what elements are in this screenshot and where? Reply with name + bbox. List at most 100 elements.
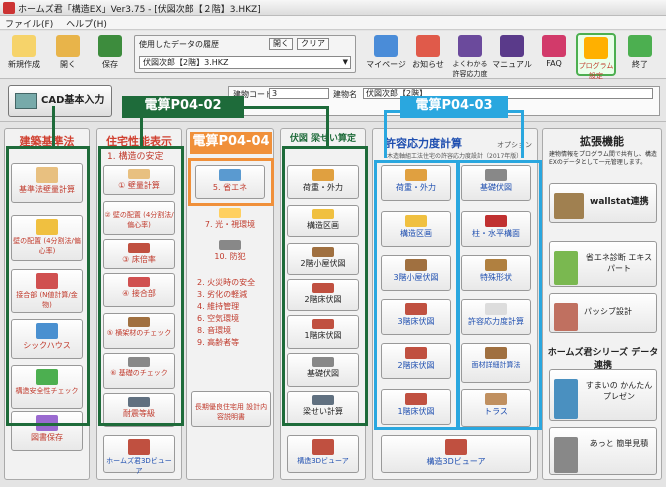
window-title: ホームズ君「構造EX」Ver3.75 - [伏図次郎【２階】3.HKZ] [18, 5, 261, 15]
item-label: 長期優良住宅用 設計内容説明書 [194, 403, 268, 421]
guide-button[interactable]: よくわかる 許容応力度 [450, 33, 490, 78]
frame-p04-03-left [374, 160, 460, 430]
manual-icon [500, 35, 524, 57]
frame-p04-02-right [282, 146, 368, 426]
item-label: あっと 簡単見積 [589, 439, 649, 448]
col6-heading: 拡張機能 [580, 135, 624, 148]
frame-p04-02-mid [98, 146, 184, 426]
new-button[interactable]: 新規作成 [4, 33, 44, 76]
app-icon [3, 2, 15, 14]
cad-icon [15, 93, 37, 109]
list-item[interactable]: 6. 空気環境 [197, 313, 255, 325]
item-label: 省エネ診断 エキスパート [585, 253, 653, 273]
history-label: 使用したデータの履歴 [139, 40, 219, 49]
guide-label: よくわかる 許容応力度 [452, 60, 488, 78]
item-label: 7. 光・視環境 [204, 220, 256, 229]
new-label: 新規作成 [8, 60, 40, 69]
news-icon [416, 35, 440, 57]
cad-label: CAD基本入力 [41, 95, 105, 106]
mypage-button[interactable]: マイページ [366, 33, 406, 76]
list-item[interactable]: 4. 維持管理 [197, 301, 255, 313]
frame-p04-03-right [456, 160, 542, 430]
connector [244, 106, 328, 109]
program-settings-button[interactable]: プログラム 設定 [576, 33, 616, 80]
ato-box-icon [554, 437, 578, 473]
faq-label: FAQ [546, 59, 562, 68]
save-label: 保存 [102, 60, 118, 69]
connector [326, 106, 329, 146]
item-a-3d[interactable]: 構造3Dビューア [381, 435, 531, 473]
cad-input-button[interactable]: CAD基本入力 [8, 85, 112, 117]
manual-button[interactable]: マニュアル [492, 33, 532, 76]
item-long-life[interactable]: 長期優良住宅用 設計内容説明書 [191, 391, 271, 427]
faq-button[interactable]: FAQ [534, 33, 574, 76]
item-3d-viewer[interactable]: ホームズ君3Dビューア [103, 435, 175, 475]
other-list: 2. 火災時の安全 3. 劣化の軽減 4. 維持管理 6. 空気環境 8. 音環… [197, 277, 255, 349]
item-label: 10. 防犯 [214, 252, 246, 261]
item-crime[interactable]: 10. 防犯 [195, 237, 265, 267]
lock-icon [219, 240, 241, 250]
col4-heading: 伏図 梁せい算定 [289, 134, 357, 144]
eco-box-icon [554, 251, 578, 285]
item-ato[interactable]: あっと 簡単見積 [549, 427, 657, 475]
save-icon [98, 35, 122, 57]
item-label: 図書保存 [31, 433, 63, 442]
history-open-button[interactable]: 開く [269, 38, 293, 50]
list-item[interactable]: 2. 火災時の安全 [197, 277, 255, 289]
item-sumai[interactable]: すまいの かんたん プレゼン [549, 369, 657, 421]
tag-p04-03: 電算P04-03 [400, 96, 508, 118]
col6-desc: 建物情報をプログラム間で共有し、構造EXのデータとして一元管理します。 [549, 151, 657, 166]
item-label: すまいの かんたん プレゼン [585, 381, 653, 401]
menu-file[interactable]: ファイル(F) [0, 16, 58, 31]
history-clear-button[interactable]: クリア [297, 38, 329, 50]
book-icon [458, 35, 482, 57]
history-panel: 使用したデータの履歴 開く クリア 伏図次郎【2階】3.HKZ ▼ [134, 35, 356, 73]
menu-bar: ファイル(F) ヘルプ(H) [0, 16, 666, 30]
sumai-box-icon [554, 379, 578, 419]
toolbar: 新規作成 開く 保存 使用したデータの履歴 開く クリア 伏図次郎【2階】3.H… [0, 31, 666, 80]
chevron-down-icon[interactable]: ▼ [343, 57, 348, 68]
mypage-label: マイページ [366, 60, 406, 69]
3d-house-icon [445, 439, 467, 455]
item-struct-3d[interactable]: 構造3Dビューア [287, 435, 359, 473]
exit-label: 終了 [632, 60, 648, 69]
3d-house-icon [312, 439, 334, 455]
code-field[interactable]: 3 [269, 88, 329, 99]
program-label: プログラム 設定 [578, 62, 614, 80]
wallstat-icon [554, 193, 584, 219]
col-extensions: 拡張機能 建物情報をプログラム間で共有し、構造EXのデータとして一元管理します。… [542, 128, 662, 480]
name-label: 建物名 [333, 90, 357, 99]
item-passive[interactable]: パッシブ設計 [549, 293, 657, 333]
save-button[interactable]: 保存 [90, 33, 130, 76]
history-value: 伏図次郎【2階】3.HKZ [143, 58, 229, 67]
new-file-icon [12, 35, 36, 57]
tag-p04-02: 電算P04-02 [122, 96, 244, 118]
frame-p04-02-left [6, 146, 90, 426]
frame-p04-04 [188, 158, 274, 206]
info-bar: CAD基本入力 建物コード 3 建物名 伏図次郎【2階】 [0, 80, 666, 122]
user-icon [374, 35, 398, 57]
folder-icon [56, 35, 80, 57]
exit-icon [628, 35, 652, 57]
item-label: wallstat連携 [590, 197, 649, 207]
history-select[interactable]: 伏図次郎【2階】3.HKZ ▼ [139, 56, 351, 69]
item-light[interactable]: 7. 光・視環境 [195, 205, 265, 235]
news-button[interactable]: お知らせ [408, 33, 448, 76]
item-eco-expert[interactable]: 省エネ診断 エキスパート [549, 241, 657, 287]
title-bar: ホームズ君「構造EX」Ver3.75 - [伏図次郎【２階】3.HKZ] [0, 0, 666, 16]
3d-house-icon [128, 439, 150, 455]
item-wallstat[interactable]: wallstat連携 [549, 183, 657, 223]
open-label: 開く [60, 60, 76, 69]
exit-button[interactable]: 終了 [620, 33, 660, 76]
faq-icon [542, 35, 566, 57]
list-item[interactable]: 3. 劣化の軽減 [197, 289, 255, 301]
item-label: パッシブ設計 [584, 307, 632, 316]
tag-p04-04: 電算P04-04 [190, 132, 272, 154]
open-button[interactable]: 開く [48, 33, 88, 76]
gear-icon [584, 37, 608, 59]
list-item[interactable]: 9. 高齢者等 [197, 337, 255, 349]
list-item[interactable]: 8. 音環境 [197, 325, 255, 337]
item-label: 構造3Dビューア [426, 457, 486, 466]
news-label: お知らせ [412, 60, 444, 69]
menu-help[interactable]: ヘルプ(H) [61, 16, 112, 31]
